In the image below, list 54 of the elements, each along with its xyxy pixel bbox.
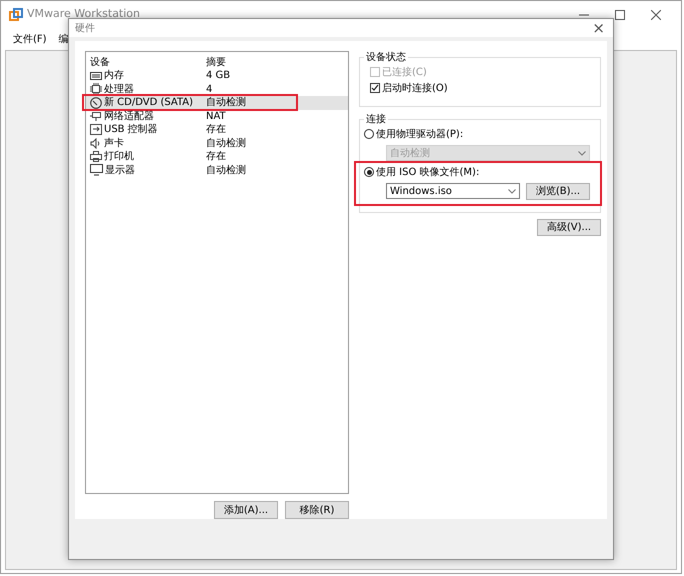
chip-icon (90, 83, 102, 96)
dialog-button[interactable]: 移除(R) (285, 501, 349, 519)
device-row[interactable]: 网络适配器 NAT (86, 110, 348, 123)
advanced-button[interactable]: 高级(V)... (537, 219, 601, 236)
column-header: 摘要 (206, 56, 226, 70)
dialog-button[interactable]: 添加(A)... (214, 501, 278, 519)
device-row[interactable]: 处理器 4 (86, 82, 348, 96)
menu-item[interactable]: 文件(F) (13, 32, 47, 46)
usb-icon (90, 124, 102, 136)
device-name: 显示器 (105, 164, 135, 178)
dialog-title: 硬件 (75, 22, 95, 36)
menu-item[interactable]: 编 (58, 32, 69, 46)
disc-icon (90, 96, 102, 109)
device-summary: 自动检测 (206, 96, 246, 110)
monitor-icon (90, 164, 103, 176)
device-summary: NAT (206, 110, 226, 124)
dropdown[interactable]: Windows.iso (386, 183, 520, 199)
close-icon[interactable] (651, 10, 661, 20)
column-header: 设备 (89, 56, 111, 70)
device-row[interactable]: USB 控制器 存在 (86, 123, 348, 136)
radio-button[interactable] (364, 167, 374, 177)
speaker-icon (90, 138, 102, 149)
chevron-icon (578, 150, 586, 156)
device-name: 内存 (104, 68, 124, 84)
device-name: USB 控制器 (104, 122, 158, 138)
device-row[interactable]: 声卡 自动检测 (86, 136, 348, 150)
close-button[interactable]: × (592, 20, 605, 36)
browse-button[interactable]: 浏览(B)... (526, 182, 590, 200)
checkbox[interactable] (370, 83, 380, 93)
memory-icon (90, 70, 102, 81)
printer-icon (90, 151, 102, 162)
device-row[interactable]: 显示器 自动检测 (86, 164, 348, 177)
checkbox-label: 已连接(C) (382, 66, 427, 80)
device-row[interactable]: 打印机 存在 (86, 150, 348, 164)
app-logo-icon (9, 8, 23, 22)
device-name: 声卡 (104, 136, 124, 150)
device-name: 新 CD/DVD (SATA) (104, 96, 194, 110)
device-summary: 自动检测 (206, 136, 246, 151)
device-summary: 存在 (206, 150, 226, 164)
device-name: 网络适配器 (104, 110, 154, 124)
device-summary: 存在 (206, 123, 226, 138)
radio-label: 使用 ISO 映像文件(M): (376, 166, 480, 180)
device-name: 打印机 (104, 150, 134, 164)
device-summary: 自动检测 (206, 164, 246, 178)
window-title: VMware Workstation (27, 6, 140, 22)
radio-label: 使用物理驱动器(P): (376, 128, 464, 142)
device-row[interactable]: 内存 4 GB (86, 69, 348, 82)
checkbox-label: 启动时连接(O) (382, 82, 448, 96)
network-icon (90, 110, 102, 122)
device-summary: 4 GB (206, 69, 230, 84)
chevron-icon (508, 188, 516, 194)
maximize-icon[interactable] (615, 10, 625, 20)
device-name: 处理器 (104, 82, 134, 96)
device-summary: 4 (206, 82, 212, 97)
